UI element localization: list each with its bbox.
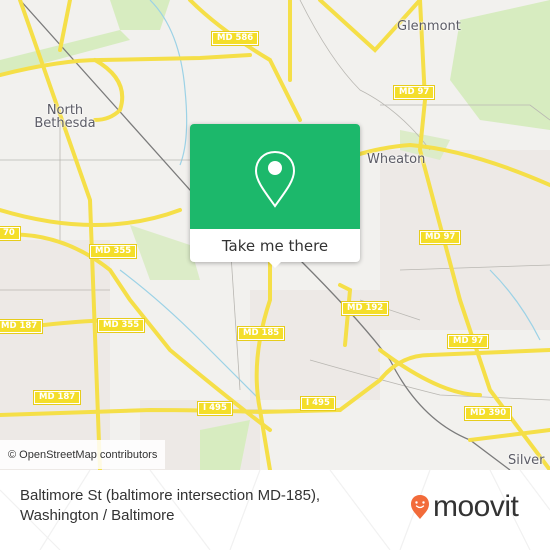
location-popup: Take me there — [190, 124, 360, 268]
place-label-silver: Silver — [508, 453, 545, 468]
road-shield-md97: MD 97 — [392, 85, 436, 100]
moovit-logo: moovit — [410, 490, 519, 523]
popup-pointer — [267, 260, 283, 268]
road-shield-md97: MD 97 — [446, 334, 490, 349]
address-line-2: Washington / Baltimore — [20, 507, 175, 524]
road-shield-md355: MD 355 — [88, 244, 138, 259]
place-label-wheaton: Wheaton — [367, 152, 426, 167]
map[interactable]: Glenmont North Bethesda Wheaton Silver M… — [0, 0, 550, 470]
road-shield-i270: 70 — [0, 226, 21, 241]
popup-header — [190, 124, 360, 229]
road-shield-i495: I 495 — [197, 401, 233, 416]
road-shield-i495: I 495 — [300, 396, 336, 411]
road-shield-md187: MD 187 — [0, 319, 44, 334]
map-attribution[interactable]: © OpenStreetMap contributors — [0, 440, 166, 469]
stop-address: Baltimore St (baltimore intersection MD-… — [20, 486, 320, 526]
place-label-glenmont: Glenmont — [397, 19, 461, 34]
road-shield-md97: MD 97 — [418, 230, 462, 245]
address-line-1: Baltimore St (baltimore intersection MD-… — [20, 487, 321, 504]
road-shield-md192: MD 192 — [340, 301, 390, 316]
road-shield-md187: MD 187 — [32, 390, 82, 405]
location-pin-icon — [254, 150, 296, 208]
take-me-there-button[interactable]: Take me there — [190, 229, 360, 262]
road-shield-md586: MD 586 — [210, 31, 260, 46]
place-label-north-bethesda: North Bethesda — [34, 103, 96, 131]
road-shield-md390: MD 390 — [463, 406, 513, 421]
road-shield-md185: MD 185 — [236, 326, 286, 341]
moovit-pin-icon — [411, 495, 429, 519]
footer: Baltimore St (baltimore intersection MD-… — [0, 470, 550, 550]
road-shield-md355: MD 355 — [96, 318, 146, 333]
moovit-wordmark: moovit — [433, 490, 519, 523]
